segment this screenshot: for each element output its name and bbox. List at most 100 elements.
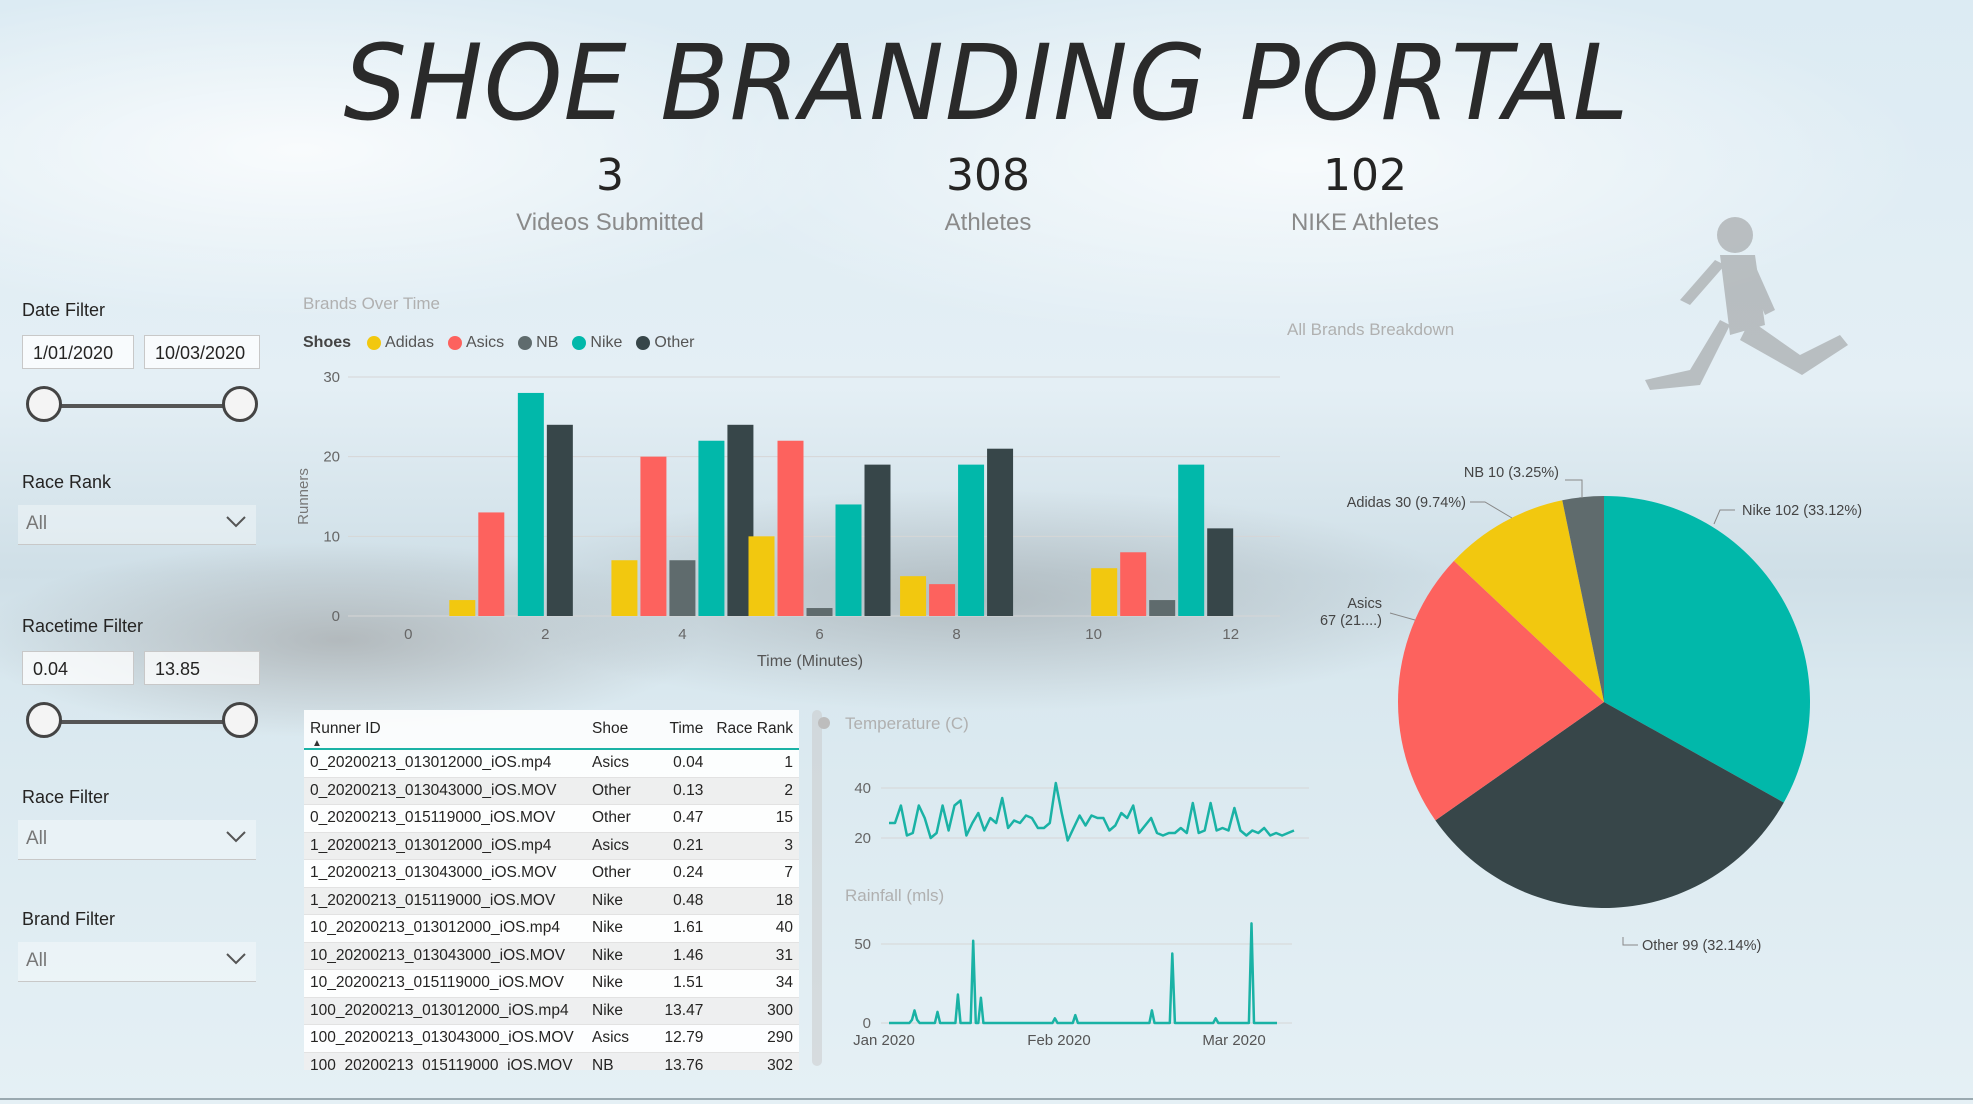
bar-adidas-4[interactable]: [611, 560, 638, 616]
x-tick-label: 4: [678, 626, 686, 643]
rainfall-chart-title: Rainfall (mls): [845, 886, 945, 905]
leader-line: [1565, 479, 1583, 498]
legend-label: Other: [654, 334, 695, 351]
table-row[interactable]: 100_20200213_013012000_iOS.mp4 Nike 13.47 3…: [304, 997, 799, 1025]
table-cell: 290: [709, 1024, 799, 1053]
table-cell: Other: [586, 804, 658, 833]
column-header-race-rank[interactable]: Race Rank: [709, 710, 799, 750]
bar-nb-4[interactable]: [669, 560, 696, 616]
bar-adidas-6[interactable]: [748, 536, 775, 616]
bar-nike-8[interactable]: [958, 464, 985, 616]
column-header-shoe[interactable]: Shoe: [586, 710, 658, 750]
kpi-value: 3: [596, 150, 624, 201]
column-header-time[interactable]: Time: [658, 710, 710, 750]
race-filter-label: Race Filter: [22, 787, 110, 807]
legend-item-nike[interactable]: Nike: [572, 334, 622, 352]
pie-chart-title: All Brands Breakdown: [1287, 320, 1455, 339]
y-tick-label: 10: [323, 528, 340, 545]
temperature-chart: 2040: [854, 780, 1309, 847]
pie-label-adidas: Adidas 30 (9.74%): [1347, 495, 1466, 511]
bar-nb-11[interactable]: [1149, 600, 1176, 616]
table-cell: Nike: [586, 942, 658, 970]
slider-start-handle[interactable]: [26, 386, 62, 422]
table-row[interactable]: 100_20200213_015119000_iOS.MOV NB 13.76 302: [304, 1052, 799, 1070]
racetime-max-input[interactable]: 13.85: [144, 651, 260, 685]
x-tick-label: 12: [1222, 626, 1239, 643]
table-row[interactable]: 1_20200213_013012000_iOS.mp4 Asics 0.21 3: [304, 832, 799, 860]
racetime-min-input[interactable]: 0.04: [22, 651, 134, 685]
sort-ascending-icon[interactable]: ▲: [312, 738, 322, 749]
date-end-input[interactable]: 10/03/2020: [144, 335, 260, 369]
table-cell: 1.51: [658, 969, 710, 998]
legend-dot: [636, 336, 651, 350]
table-row[interactable]: 10_20200213_013012000_iOS.mp4 Nike 1.61 40: [304, 914, 799, 943]
bar-chart-legend: Shoes Adidas Asics NB Nike Other: [303, 334, 702, 352]
racetime-range-slider[interactable]: [22, 700, 262, 744]
table-row[interactable]: 100_20200213_013043000_iOS.MOV Asics 12.79…: [304, 1024, 799, 1053]
table-row[interactable]: 1_20200213_013043000_iOS.MOV Other 0.24 7: [304, 859, 799, 888]
rainfall-line[interactable]: [889, 922, 1277, 1025]
legend-item-asics[interactable]: Asics: [447, 334, 504, 352]
bar-nb-6[interactable]: [806, 608, 833, 616]
leader-line: [1622, 937, 1638, 946]
legend-item-adidas[interactable]: Adidas: [367, 334, 434, 352]
table-cell: 1_20200213_015119000_iOS.MOV: [304, 887, 586, 915]
brand-dropdown[interactable]: All: [18, 942, 256, 982]
x-tick-label: Mar 2020: [1202, 1032, 1265, 1049]
table-row[interactable]: 1_20200213_015119000_iOS.MOV Nike 0.48 18: [304, 887, 799, 915]
bar-nike-4[interactable]: [698, 440, 725, 616]
table-cell: 12.79: [658, 1024, 710, 1053]
pie-label-asics-value: 67 (21....): [1320, 613, 1382, 629]
table-cell: 1.61: [658, 914, 710, 943]
x-tick-label: 10: [1085, 626, 1102, 643]
column-header-runner-id[interactable]: Runner ID ▲: [304, 710, 586, 750]
table-row[interactable]: 10_20200213_015119000_iOS.MOV Nike 1.51 34: [304, 969, 799, 998]
bar-adidas-11[interactable]: [1091, 568, 1118, 616]
bar-other-6[interactable]: [864, 464, 891, 616]
slider-end-handle[interactable]: [222, 386, 258, 422]
pie-label-nike: Nike 102 (33.12%): [1742, 503, 1862, 519]
brand-filter-label: Brand Filter: [22, 909, 116, 929]
bar-adidas-1[interactable]: [449, 600, 476, 616]
chevron-down-icon: [226, 953, 246, 965]
page-title: SHOE BRANDING PORTAL: [343, 22, 1630, 144]
y-tick-label: 30: [323, 369, 340, 386]
bar-nike-2[interactable]: [517, 392, 544, 616]
bar-asics-1[interactable]: [478, 512, 505, 616]
table-cell: 0.04: [658, 749, 710, 778]
table-cell: 40: [709, 914, 799, 943]
leader-line: [1713, 509, 1735, 525]
y-tick-label: 50: [854, 936, 871, 953]
bar-adidas-8[interactable]: [900, 576, 927, 616]
legend-item-other[interactable]: Other: [636, 334, 694, 352]
date-start-input[interactable]: 1/01/2020: [22, 335, 134, 369]
date-range-slider[interactable]: [22, 384, 262, 428]
legend-item-nb[interactable]: NB: [518, 334, 558, 352]
bar-other-2[interactable]: [546, 424, 573, 616]
chevron-down-icon: [226, 831, 246, 843]
bar-nike-6[interactable]: [835, 504, 862, 616]
race-rank-dropdown[interactable]: All: [18, 505, 256, 545]
y-tick-label: 20: [323, 449, 340, 466]
table-cell: Asics: [586, 749, 658, 778]
all-brands-pie-chart: Nike 102 (33.12%) Other 99 (32.14%) Asics6…: [1320, 465, 1862, 954]
table-cell: 0.47: [658, 804, 710, 833]
table-scrollbar[interactable]: [812, 710, 822, 1066]
table-row[interactable]: 0_20200213_013012000_iOS.mp4 Asics 0.04 1: [304, 749, 799, 778]
table-cell: 2: [709, 777, 799, 805]
bar-asics-4[interactable]: [640, 456, 667, 616]
bar-asics-8[interactable]: [929, 584, 956, 616]
race-dropdown[interactable]: All: [18, 820, 256, 860]
bar-other-11[interactable]: [1207, 528, 1234, 616]
bar-other-8[interactable]: [987, 448, 1014, 616]
temperature-line[interactable]: [889, 781, 1295, 842]
table-row[interactable]: 0_20200213_013043000_iOS.MOV Other 0.13 2: [304, 777, 799, 805]
table-row[interactable]: 0_20200213_015119000_iOS.MOV Other 0.47 15: [304, 804, 799, 833]
slider-start-handle[interactable]: [26, 702, 62, 738]
table-row[interactable]: 10_20200213_013043000_iOS.MOV Nike 1.46 31: [304, 942, 799, 970]
bar-nike-11[interactable]: [1178, 464, 1205, 616]
bar-asics-11[interactable]: [1120, 552, 1147, 616]
kpi-athletes-card: 308 Athletes: [838, 150, 1138, 237]
bar-asics-6[interactable]: [777, 440, 804, 616]
slider-end-handle[interactable]: [222, 702, 258, 738]
